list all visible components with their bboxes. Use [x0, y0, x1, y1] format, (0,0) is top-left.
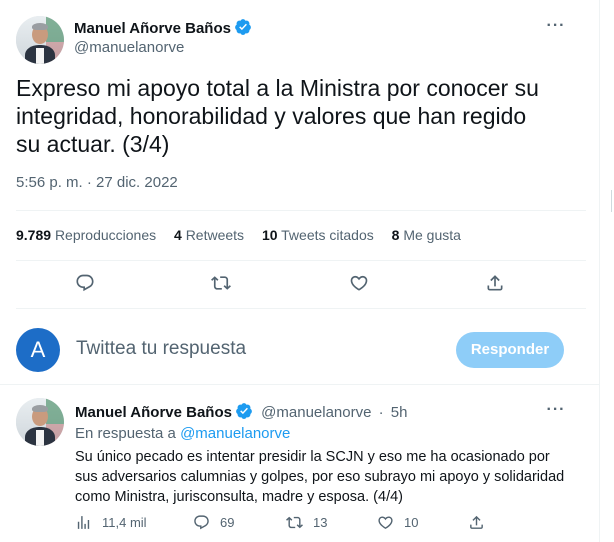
retweet-icon[interactable] — [209, 271, 233, 295]
more-icon[interactable]: ··· — [546, 402, 566, 424]
likes-stat[interactable]: 8 Me gusta — [392, 227, 461, 243]
views-icon — [77, 516, 90, 529]
in-reply-to-link[interactable]: @manuelanorve — [180, 425, 290, 442]
page-edge — [600, 0, 614, 542]
divider — [16, 308, 586, 309]
reply-retweets[interactable]: 13 — [286, 514, 327, 531]
user-avatar[interactable]: A — [16, 328, 60, 372]
author-name[interactable]: Manuel Añorve Baños — [74, 20, 231, 37]
tweet-stats: 9.789 Reproducciones 4 Retweets 10 Tweet… — [16, 227, 475, 243]
reply-replies[interactable]: 69 — [193, 514, 234, 531]
verified-icon — [235, 402, 253, 424]
like-icon — [378, 516, 393, 529]
tweet-timestamp[interactable]: 5:56 p. m. · 27 dic. 2022 — [16, 174, 178, 191]
author-avatar[interactable] — [16, 16, 64, 64]
reply-likes[interactable]: 10 — [377, 514, 418, 531]
share-icon — [470, 515, 483, 529]
reply-views[interactable]: 11,4 mil — [75, 514, 147, 531]
divider — [16, 210, 586, 211]
reply-input[interactable]: Twittea tu respuesta — [76, 338, 246, 360]
like-icon[interactable] — [347, 271, 371, 295]
author-name-row[interactable]: Manuel Añorve Baños — [74, 18, 252, 41]
more-icon[interactable]: ··· — [546, 18, 566, 40]
reply-author-handle[interactable]: @manuelanorve — [261, 404, 371, 421]
retweets-stat[interactable]: 4 Retweets — [174, 227, 244, 243]
separator-dot: · — [378, 404, 384, 421]
reply-author-row: Manuel Añorve Baños @manuelanorve · 5h — [75, 402, 407, 424]
retweet-icon — [286, 516, 303, 529]
reply-text: Su único pecado es intentar presidir la … — [75, 449, 565, 505]
scrollbar-track[interactable] — [611, 190, 612, 212]
reply-time[interactable]: 5h — [391, 404, 408, 421]
share-icon[interactable] — [483, 271, 507, 295]
tweet-text: Expreso mi apoyo total a la Ministra por… — [16, 75, 539, 157]
divider — [0, 384, 600, 385]
author-handle[interactable]: @manuelanorve — [74, 39, 184, 56]
reply-author-name[interactable]: Manuel Añorve Baños — [75, 404, 232, 421]
reply-icon — [194, 515, 209, 530]
reply-button[interactable]: Responder — [456, 332, 564, 368]
reply-author-avatar[interactable] — [16, 398, 64, 446]
in-reply-to: En respuesta a @manuelanorve — [75, 425, 291, 442]
reply-share[interactable] — [468, 514, 495, 531]
divider — [16, 260, 586, 261]
verified-icon — [234, 18, 252, 41]
views-stat[interactable]: 9.789 Reproducciones — [16, 227, 156, 243]
reply-icon[interactable] — [73, 271, 97, 295]
quotes-stat[interactable]: 10 Tweets citados — [262, 227, 374, 243]
tweet-column: Manuel Añorve Baños @manuelanorve ··· Ex… — [0, 0, 600, 542]
